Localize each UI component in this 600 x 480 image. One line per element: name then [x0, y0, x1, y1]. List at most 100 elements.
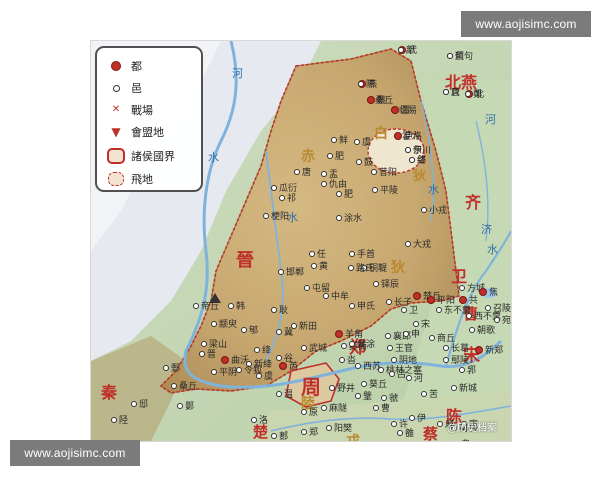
place-name: 黄: [319, 262, 329, 272]
river-label-shui1: 水: [208, 151, 219, 164]
city-icon: [276, 328, 282, 335]
place-name: 申: [411, 330, 421, 340]
city-icon: [358, 80, 364, 87]
city-icon: [291, 322, 297, 329]
place-name: 郑: [309, 428, 319, 438]
place-label: 虞: [354, 135, 371, 148]
legend-row-city: 邑: [105, 78, 201, 98]
city-icon: [348, 264, 354, 271]
place-name: 滑: [429, 439, 438, 441]
city-icon: [111, 416, 117, 423]
capital-icon: [475, 345, 483, 354]
place-name: 卫: [409, 306, 419, 316]
legend-label: 飛地: [131, 173, 153, 186]
city-icon: [401, 306, 407, 313]
place-name: 郪: [279, 432, 289, 442]
place-name: 肥: [335, 152, 345, 162]
city-icon: [421, 390, 427, 397]
place-name: 耿: [279, 306, 289, 316]
city-icon: [421, 206, 427, 213]
place-name: 鄢陵: [451, 356, 470, 366]
place-label: 原: [301, 405, 318, 418]
place-name: 鄭: [473, 90, 483, 100]
city-icon: [447, 52, 453, 59]
place-label: 手首: [349, 247, 375, 260]
city-icon: [276, 354, 282, 361]
city-icon: [304, 284, 310, 291]
city-icon: [301, 428, 307, 435]
city-icon: [326, 424, 332, 431]
river-label-shui2: 水: [428, 183, 439, 196]
place-name: 昔阳: [379, 168, 398, 178]
place-name: 梗阳: [271, 212, 290, 222]
place-name: 鞶: [363, 392, 373, 402]
city-icon: [321, 180, 327, 187]
place-name: 新郑: [485, 346, 504, 356]
place-name: 平阴: [219, 368, 238, 378]
place-name: 伊: [417, 414, 427, 424]
city-icon: [403, 330, 409, 337]
place-name: 宛丘: [502, 316, 512, 326]
place-name: 路氏: [356, 264, 375, 274]
place-name: 阴地: [399, 356, 418, 366]
place-name: 手首: [357, 250, 376, 260]
place-label: 许: [391, 417, 408, 430]
place-name: 平阳: [437, 296, 456, 306]
place-label: 郪: [271, 429, 289, 442]
city-icon: [373, 280, 379, 287]
city-icon: [199, 350, 205, 357]
city-icon: [271, 184, 277, 191]
city-icon: [201, 340, 207, 347]
place-label: 鄭: [465, 87, 482, 100]
city-icon: [336, 190, 342, 197]
state-label-di: 狄: [413, 169, 427, 184]
place-label: 鄢陵: [443, 353, 469, 366]
place-name: 肥: [344, 190, 354, 200]
place-label: 新郑: [475, 343, 503, 356]
place-label: 鄄: [163, 361, 180, 374]
city-icon: [211, 368, 217, 375]
city-icon: [336, 214, 342, 221]
place-name: 小戎: [429, 206, 448, 216]
place-label: 帝丘: [193, 299, 219, 312]
city-icon: [465, 90, 471, 97]
place-name: 羊角: [345, 330, 364, 340]
place-label: 卫: [401, 303, 418, 316]
place-label: 谷: [276, 351, 293, 364]
place-label: 平阴: [211, 365, 237, 378]
place-name: 洛: [259, 416, 269, 426]
place-label: 鄤: [177, 399, 194, 412]
place-label: 商丘: [429, 331, 455, 344]
place-name: 温: [284, 390, 294, 400]
place-name: 邸: [139, 400, 149, 410]
river-label-shui4: 水: [487, 243, 498, 256]
river-label-he_e: 河: [485, 113, 496, 126]
place-label: 郑: [301, 425, 318, 438]
place-label: 邯郸: [278, 265, 304, 278]
place-label: 蔡: [367, 93, 386, 106]
place-name: 虞: [264, 372, 274, 382]
city-icon: [339, 356, 345, 363]
place-name: 费: [461, 437, 470, 441]
place-name: 须句: [455, 52, 474, 62]
place-label: 绛: [254, 343, 271, 356]
city-icon: [271, 306, 277, 313]
place-name: 丘: [451, 88, 461, 98]
capital-icon: [394, 131, 402, 140]
city-icon: [349, 340, 355, 347]
place-label: 鲜: [331, 133, 348, 146]
battlefield-icon: ✕: [111, 104, 121, 115]
place-label: 焦: [479, 285, 498, 298]
legend-label: 諸侯國界: [131, 150, 175, 163]
place-label: 沓: [339, 353, 356, 366]
place-label: 阳樊: [326, 421, 352, 434]
capital-icon: [427, 295, 435, 304]
place-name: 帝丘: [201, 302, 220, 312]
capital-icon: [479, 287, 487, 296]
city-icon: [356, 158, 362, 165]
place-name: 铎辰: [381, 280, 400, 290]
place-label: 肥: [336, 187, 353, 200]
city-icon: [409, 156, 415, 163]
place-label: 朝歌: [469, 323, 495, 336]
state-label-qin: 秦: [101, 383, 118, 402]
